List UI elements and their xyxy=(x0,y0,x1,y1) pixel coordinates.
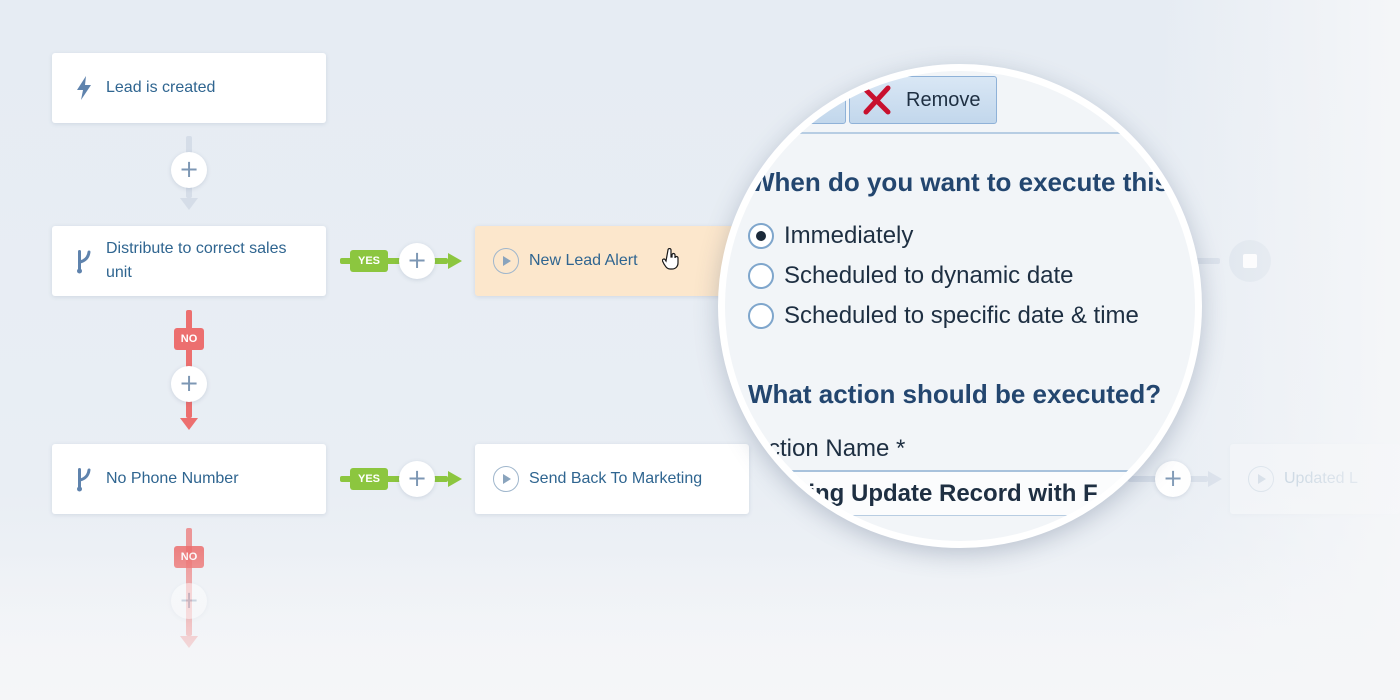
remove-label: Remove xyxy=(906,88,981,111)
end-step-icon[interactable] xyxy=(1229,240,1271,282)
action-label: New Lead Alert xyxy=(529,252,638,269)
action-node[interactable]: Updated L xyxy=(1230,444,1400,514)
action-heading: What action should be executed? xyxy=(748,379,1162,409)
action-label: Updated L xyxy=(1284,470,1358,487)
connector-arrow xyxy=(180,198,198,210)
action-name-field[interactable]: eting Update Record with F xyxy=(770,470,1130,516)
connector-arrow xyxy=(1208,471,1222,487)
condition-node[interactable]: Distribute to correct sales unit xyxy=(52,226,326,296)
partial-toolbar-button[interactable] xyxy=(778,76,846,124)
bottom-fade-overlay xyxy=(0,550,1400,700)
condition-label: No Phone Number xyxy=(106,470,239,487)
schedule-heading: When do you want to execute this a xyxy=(750,167,1191,197)
hand-cursor-icon xyxy=(661,247,680,275)
play-icon xyxy=(1248,466,1274,492)
condition-node[interactable]: No Phone Number xyxy=(52,444,326,514)
radio-button[interactable] xyxy=(748,303,774,329)
branch-icon xyxy=(74,466,94,492)
yes-badge: YES xyxy=(350,468,389,490)
add-step-button[interactable]: + xyxy=(399,243,435,279)
radio-label: Scheduled to specific date & time xyxy=(784,302,1139,329)
radio-button[interactable] xyxy=(748,223,774,249)
radio-label: Immediately xyxy=(784,222,914,249)
radio-option-specific-date[interactable]: Scheduled to specific date & time xyxy=(748,302,1139,330)
connector-line xyxy=(186,528,192,636)
radio-option-immediately[interactable]: Immediately xyxy=(748,222,913,250)
action-name-label: ction Name * xyxy=(768,435,906,462)
yes-badge: YES xyxy=(350,250,389,272)
lightning-icon xyxy=(74,76,94,100)
add-step-button[interactable]: + xyxy=(171,366,207,402)
branch-icon xyxy=(74,248,94,274)
connector-arrow xyxy=(180,418,198,430)
add-step-button[interactable]: + xyxy=(171,583,207,619)
action-node[interactable]: Send Back To Marketing xyxy=(475,444,749,514)
remove-x-icon xyxy=(862,84,894,116)
radio-option-dynamic-date[interactable]: Scheduled to dynamic date xyxy=(748,262,1074,290)
trigger-node[interactable]: Lead is created xyxy=(52,53,326,123)
remove-button[interactable]: Remove xyxy=(849,76,997,124)
connector-arrow xyxy=(180,636,198,648)
no-badge: NO xyxy=(174,546,204,568)
add-step-button[interactable]: + xyxy=(171,152,207,188)
toolbar-divider xyxy=(798,132,1128,134)
add-step-button[interactable]: + xyxy=(399,461,435,497)
trigger-label: Lead is created xyxy=(106,79,216,96)
radio-button[interactable] xyxy=(748,263,774,289)
radio-label: Scheduled to dynamic date xyxy=(784,262,1074,289)
magnifier-lens: Remove When do you want to execute this … xyxy=(718,64,1202,548)
action-node-highlighted[interactable]: New Lead Alert xyxy=(475,226,749,296)
connector-arrow xyxy=(448,471,462,487)
action-label: Send Back To Marketing xyxy=(529,470,703,487)
play-icon xyxy=(493,466,519,492)
condition-label: Distribute to correct sales unit xyxy=(106,240,287,281)
no-badge: NO xyxy=(174,328,204,350)
workflow-canvas: Lead is created Distribute to correct sa… xyxy=(0,0,1400,700)
connector-arrow xyxy=(448,253,462,269)
play-icon xyxy=(493,248,519,274)
